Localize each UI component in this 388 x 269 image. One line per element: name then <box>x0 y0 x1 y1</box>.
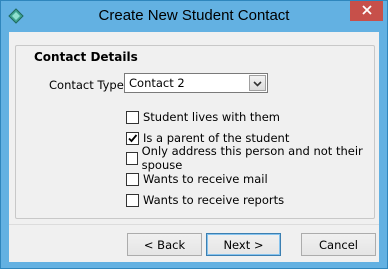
next-button[interactable]: Next > <box>206 233 281 256</box>
option-label: Wants to receive reports <box>143 193 285 207</box>
option-only-address[interactable]: Only address this person and not their s… <box>126 144 374 172</box>
title-bar[interactable]: Create New Student Contact <box>1 1 387 31</box>
cancel-button[interactable]: Cancel <box>301 233 376 256</box>
option-label: Wants to receive mail <box>143 172 268 186</box>
check-icon <box>128 133 138 142</box>
checkbox[interactable] <box>126 172 139 186</box>
chevron-down-icon <box>253 76 262 90</box>
contact-details-group: Contact Details Contact Type: Contact 2 … <box>15 45 375 219</box>
checkbox[interactable] <box>126 193 139 207</box>
group-title: Contact Details <box>32 50 140 64</box>
checkbox[interactable] <box>126 151 138 165</box>
window-title: Create New Student Contact <box>98 7 290 24</box>
dialog-window: Create New Student Contact Contact Detai… <box>0 0 388 269</box>
contact-type-value: Contact 2 <box>129 76 185 90</box>
close-button[interactable] <box>350 1 383 21</box>
option-label: Is a parent of the student <box>143 131 290 145</box>
footer-divider <box>9 224 379 225</box>
checkbox-checked[interactable] <box>126 131 139 145</box>
option-label: Student lives with them <box>143 110 280 124</box>
close-icon <box>361 4 372 18</box>
contact-type-label: Contact Type: <box>49 78 128 92</box>
checkbox[interactable] <box>126 110 139 124</box>
option-label: Only address this person and not their s… <box>141 144 363 172</box>
option-receive-mail[interactable]: Wants to receive mail <box>126 171 268 187</box>
contact-type-select[interactable]: Contact 2 <box>124 73 268 93</box>
option-lives-with[interactable]: Student lives with them <box>126 109 280 125</box>
dropdown-button[interactable] <box>249 75 266 91</box>
option-receive-reports[interactable]: Wants to receive reports <box>126 192 284 208</box>
dialog-body: Contact Details Contact Type: Contact 2 … <box>9 32 379 262</box>
back-button[interactable]: < Back <box>127 233 202 256</box>
